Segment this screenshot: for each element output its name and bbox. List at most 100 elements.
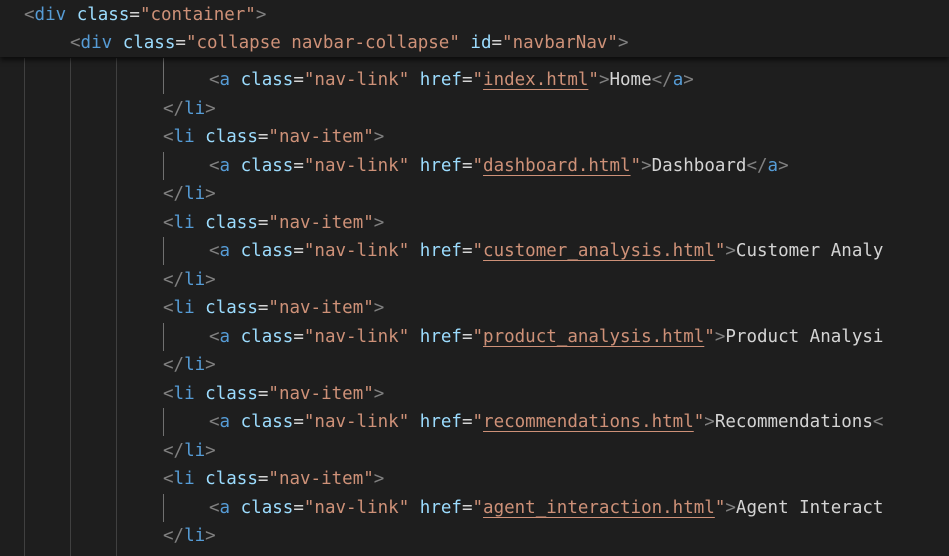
code-line-close-li[interactable]: </li> [163,351,216,379]
quote: " [472,412,484,432]
code-line-close-li[interactable]: </li> [163,437,216,465]
bracket-close: > [714,327,726,347]
bracket-open: < [163,469,174,489]
equals: = [257,298,269,318]
equals: = [461,241,473,261]
code-line-close-li[interactable]: </li> [163,95,216,123]
code-line-anchor[interactable]: <a class="nav-link" href="product_analys… [209,323,883,351]
attribute-name: class [205,298,258,318]
attribute-name: class [240,498,294,518]
link-text: Product Analysi [725,327,884,347]
equals: = [293,241,304,261]
link-text: Agent Interact [735,498,884,518]
bracket-open: </ [163,526,185,546]
quote: " [472,327,484,347]
attribute-value: "nav-link" [303,156,410,176]
bracket-open: </ [163,99,185,119]
code-line-open-li[interactable]: <li class="nav-item"> [163,209,384,237]
equals: = [461,327,473,347]
equals: = [293,327,304,347]
bracket-close: > [205,99,216,119]
code-line-anchor[interactable]: <a class="nav-link" href="index.html">Ho… [209,66,694,94]
attribute-name: class [205,384,258,404]
sticky-scroll-header[interactable]: <div class="container"> <div class="colla… [0,0,949,57]
href-link[interactable]: index.html [483,70,588,90]
indent-guide [24,58,25,556]
equals: = [293,156,304,176]
bracket-open: < [209,241,220,261]
code-line-close-li[interactable]: </li> [163,180,216,208]
attribute-value: "nav-link" [303,498,410,518]
href-link[interactable]: recommendations.html [483,412,694,432]
tag-name: a [672,70,684,90]
href-link[interactable]: dashboard.html [483,156,631,176]
bracket-close: > [704,412,715,432]
tag-name: div [34,5,67,25]
code-line-open-li[interactable]: <li class="nav-item"> [163,123,384,151]
equals: = [461,412,473,432]
tag-name: a [219,70,231,90]
quote: " [714,241,726,261]
code-line-open-li[interactable]: <li class="nav-item"> [163,380,384,408]
bracket-open: </ [163,441,185,461]
tag-name: a [219,241,231,261]
attribute-value: "nav-link" [303,327,410,347]
indent-guide [163,494,164,522]
bracket-close: > [617,33,629,53]
quote: " [693,412,705,432]
href-link[interactable]: product_analysis.html [483,327,704,347]
code-editor[interactable]: <div class="container"> <div class="colla… [0,0,949,556]
bracket-open: </ [746,156,768,176]
attribute-value: "nav-item" [268,213,374,233]
bracket-open: </ [163,270,185,290]
code-line-close-li[interactable]: </li> [163,522,216,550]
tag-name: li [173,127,195,147]
bracket-close: > [205,441,216,461]
sticky-line[interactable]: <div class="collapse navbar-collapse" id… [70,29,629,57]
indent-guide [116,58,117,556]
bracket-close: > [373,127,385,147]
attribute-name: class [205,469,258,489]
tag-name: li [173,298,195,318]
tag-name: div [80,33,113,53]
attribute-name: class [240,327,294,347]
bracket-close: > [373,469,385,489]
attribute-value: "nav-item" [268,384,374,404]
tag-name: li [184,270,206,290]
tag-name: li [184,355,206,375]
code-line-anchor[interactable]: <a class="nav-link" href="agent_interact… [209,494,883,522]
tag-name: li [184,441,206,461]
indent-guide [163,323,164,351]
bracket-close: > [598,70,610,90]
bracket-close: > [205,270,216,290]
attribute-name: class [122,33,176,53]
attribute-value: "nav-item" [268,469,374,489]
bracket-open: </ [163,184,185,204]
code-line-open-li[interactable]: <li class="nav-item"> [163,465,384,493]
equals: = [491,33,503,53]
code-line-anchor[interactable]: <a class="nav-link" href="customer_analy… [209,237,883,265]
indent-guide [163,237,164,265]
href-link[interactable]: customer_analysis.html [483,241,715,261]
attribute-name: href [419,412,462,432]
link-text: Recommendations [714,412,873,432]
attribute-name: href [419,498,462,518]
attribute-value: "nav-link" [303,70,410,90]
code-line-anchor[interactable]: <a class="nav-link" href="recommendation… [209,408,883,436]
code-line-open-li[interactable]: <li class="nav-item"> [163,294,384,322]
code-line-close-li[interactable]: </li> [163,266,216,294]
code-line-anchor[interactable]: <a class="nav-link" href="dashboard.html… [209,152,789,180]
sticky-line[interactable]: <div class="container"> [24,1,266,29]
quote: " [714,498,726,518]
equals: = [461,498,473,518]
bracket-close: > [255,5,267,25]
bracket-open: < [209,498,220,518]
href-link[interactable]: agent_interaction.html [483,498,715,518]
